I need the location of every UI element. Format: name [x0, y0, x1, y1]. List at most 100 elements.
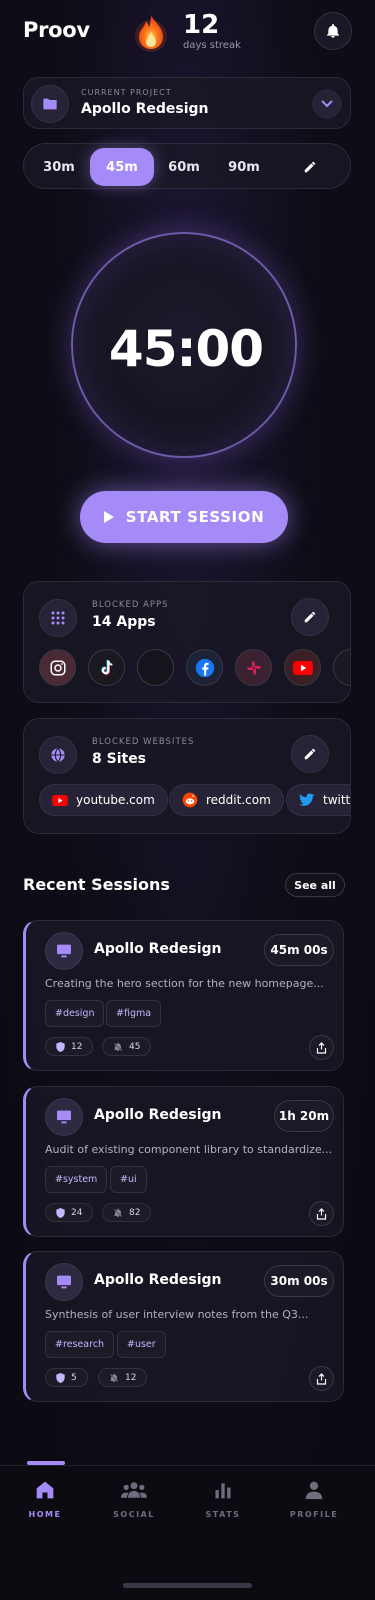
- session-card[interactable]: Apollo Redesign 1h 20m Audit of existing…: [23, 1086, 344, 1237]
- bell-icon: [327, 24, 339, 38]
- monitor-icon: [45, 1263, 83, 1301]
- recent-sessions-title: Recent Sessions: [23, 875, 170, 894]
- mutes-stat: 82: [102, 1203, 152, 1222]
- mutes-count: 45: [129, 1041, 141, 1052]
- site-chip-youtube[interactable]: youtube.com: [39, 784, 168, 816]
- pencil-icon: [304, 611, 316, 623]
- duration-option-60m[interactable]: 60m: [158, 148, 210, 186]
- duration-option-90m[interactable]: 90m: [216, 148, 272, 186]
- mutes-count: 82: [129, 1207, 141, 1218]
- youtube-icon: [52, 794, 68, 806]
- session-duration: 45m 00s: [264, 934, 334, 966]
- share-button[interactable]: [309, 1366, 334, 1391]
- instagram-icon[interactable]: [39, 649, 76, 686]
- start-session-button[interactable]: START SESSION: [80, 491, 288, 543]
- session-tag[interactable]: #figma: [106, 1000, 162, 1027]
- shield-icon: [56, 1041, 65, 1052]
- timer-display: 45:00: [108, 320, 264, 378]
- twitter-icon: [299, 793, 315, 806]
- current-project-card[interactable]: CURRENT PROJECT Apollo Redesign: [23, 77, 351, 129]
- blocked-apps-count: 14 Apps: [92, 614, 156, 630]
- streak-count: 12: [183, 10, 220, 40]
- facebook-icon[interactable]: [186, 649, 223, 686]
- duration-option-45m[interactable]: 45m: [90, 148, 154, 186]
- session-project: Apollo Redesign: [94, 1272, 222, 1288]
- play-icon: [103, 511, 114, 523]
- monitor-icon: [45, 932, 83, 970]
- flame-icon: [133, 12, 169, 52]
- edit-blocked-websites-button[interactable]: [291, 735, 329, 773]
- duration-selector: 30m 45m 60m 90m: [23, 143, 351, 189]
- nav-label: HOME: [28, 1510, 62, 1519]
- bottom-nav: HOME SOCIAL STATS PROFILE: [0, 1461, 375, 1600]
- share-icon: [316, 1207, 327, 1220]
- blocks-count: 12: [71, 1041, 83, 1052]
- session-duration: 30m 00s: [264, 1265, 334, 1297]
- active-tab-indicator: [27, 1461, 65, 1465]
- timer-ring: 45:00: [71, 232, 297, 458]
- app-placeholder-icon[interactable]: [137, 649, 174, 686]
- duration-option-30m[interactable]: 30m: [33, 148, 85, 186]
- mutes-stat: 12: [98, 1368, 148, 1387]
- custom-duration-button[interactable]: [292, 148, 328, 186]
- session-tag[interactable]: #research: [45, 1331, 115, 1358]
- site-chip-label: youtube.com: [76, 793, 155, 807]
- reddit-icon: [182, 792, 198, 808]
- globe-icon: [39, 736, 77, 774]
- nav-label: SOCIAL: [113, 1510, 155, 1519]
- site-chip-reddit[interactable]: reddit.com: [169, 784, 284, 816]
- session-duration: 1h 20m: [274, 1100, 334, 1132]
- edit-blocked-apps-button[interactable]: [291, 598, 329, 636]
- bell-off-icon: [109, 1373, 119, 1382]
- nav-label: STATS: [205, 1510, 241, 1519]
- nav-home[interactable]: HOME: [10, 1480, 80, 1519]
- nav-profile[interactable]: PROFILE: [279, 1480, 349, 1519]
- session-project: Apollo Redesign: [94, 1107, 222, 1123]
- session-card[interactable]: Apollo Redesign 45m 00s Creating the her…: [23, 920, 344, 1071]
- nav-stats[interactable]: STATS: [188, 1480, 258, 1519]
- session-tag[interactable]: #user: [117, 1331, 166, 1358]
- blocks-count: 24: [71, 1207, 83, 1218]
- slack-icon[interactable]: [235, 649, 272, 686]
- project-label: CURRENT PROJECT: [81, 88, 172, 97]
- bar-chart-icon: [215, 1483, 231, 1499]
- bell-off-icon: [113, 1208, 123, 1217]
- share-icon: [316, 1372, 327, 1385]
- blocks-stat: 12: [45, 1037, 94, 1056]
- session-tag[interactable]: #ui: [110, 1166, 147, 1193]
- session-project: Apollo Redesign: [94, 941, 222, 957]
- blocked-websites-count: 8 Sites: [92, 751, 147, 767]
- tiktok-icon[interactable]: [88, 649, 125, 686]
- see-all-button[interactable]: See all: [285, 873, 345, 897]
- chevron-down-icon: [321, 100, 333, 108]
- blocks-count: 5: [71, 1372, 77, 1383]
- nav-social[interactable]: SOCIAL: [99, 1480, 169, 1519]
- blocked-apps-label: BLOCKED APPS: [92, 600, 169, 610]
- share-button[interactable]: [309, 1035, 334, 1060]
- session-description: Creating the hero section for the new ho…: [45, 977, 324, 990]
- pencil-icon: [304, 161, 316, 173]
- share-button[interactable]: [309, 1201, 334, 1226]
- pencil-icon: [304, 748, 316, 760]
- site-chip-label: reddit.com: [206, 793, 271, 807]
- session-tag[interactable]: #system: [45, 1166, 108, 1193]
- app-overflow-icon[interactable]: [333, 649, 350, 686]
- mutes-stat: 45: [102, 1037, 152, 1056]
- youtube-icon[interactable]: [284, 649, 321, 686]
- monitor-icon: [45, 1098, 83, 1136]
- session-description: Synthesis of user interview notes from t…: [45, 1308, 309, 1321]
- session-description: Audit of existing component library to s…: [45, 1143, 333, 1156]
- blocks-stat: 24: [45, 1203, 94, 1222]
- start-session-label: START SESSION: [125, 508, 265, 526]
- folder-icon: [31, 85, 69, 123]
- app-brand: Proov: [23, 18, 90, 42]
- session-tag[interactable]: #design: [45, 1000, 105, 1027]
- site-chip-twitter[interactable]: twitt: [286, 784, 350, 816]
- apps-grid-icon: [39, 599, 77, 637]
- project-dropdown-button[interactable]: [312, 89, 342, 119]
- session-card[interactable]: Apollo Redesign 30m 00s Synthesis of use…: [23, 1251, 344, 1402]
- people-icon: [121, 1482, 147, 1498]
- mutes-count: 12: [125, 1372, 137, 1383]
- notifications-button[interactable]: [314, 12, 352, 50]
- streak-label: days streak: [183, 40, 241, 51]
